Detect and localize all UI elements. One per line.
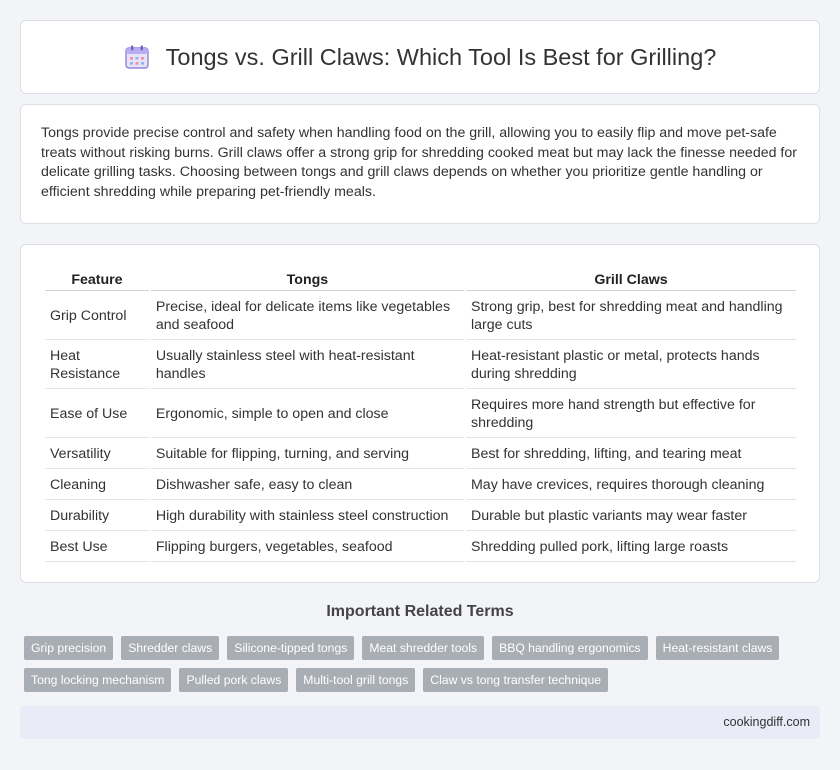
grill-claws-cell: Durable but plastic variants may wear fa… — [465, 502, 796, 531]
grill-claws-cell: May have crevices, requires thorough cle… — [465, 471, 796, 500]
grill-claws-cell: Shredding pulled pork, lifting large roa… — [465, 533, 796, 562]
intro-paragraph: Tongs provide precise control and safety… — [41, 125, 797, 200]
related-term-tag[interactable]: Tong locking mechanism — [24, 668, 172, 692]
related-term-tag[interactable]: Heat-resistant claws — [655, 636, 780, 660]
related-term-tag[interactable]: Silicone-tipped tongs — [227, 636, 355, 660]
table-row: Versatility Suitable for flipping, turni… — [45, 440, 796, 469]
grill-claws-cell: Requires more hand strength but effectiv… — [465, 391, 796, 438]
tongs-cell: Dishwasher safe, easy to clean — [150, 471, 464, 500]
related-terms-heading: Important Related Terms — [326, 603, 514, 620]
tongs-cell: Usually stainless steel with heat-resist… — [150, 342, 464, 389]
table-row: Grip Control Precise, ideal for delicate… — [45, 293, 796, 340]
comparison-table-card: Feature Tongs Grill Claws Grip Control P… — [20, 244, 820, 583]
tongs-cell: Suitable for flipping, turning, and serv… — [150, 440, 464, 469]
table-row: Cleaning Dishwasher safe, easy to clean … — [45, 471, 796, 500]
title-wrap: Tongs vs. Grill Claws: Which Tool Is Bes… — [124, 43, 717, 71]
related-term-tag[interactable]: Multi-tool grill tongs — [296, 668, 416, 692]
footer-site-link[interactable]: cookingdiff.com — [723, 715, 810, 729]
header-tongs: Tongs — [150, 269, 464, 291]
table-row: Heat Resistance Usually stainless steel … — [45, 342, 796, 389]
tongs-cell: Flipping burgers, vegetables, seafood — [150, 533, 464, 562]
related-term-tag[interactable]: Meat shredder tools — [362, 636, 485, 660]
related-term-tag[interactable]: Shredder claws — [121, 636, 220, 660]
feature-cell: Cleaning — [45, 471, 149, 500]
related-terms-list: Grip precision Shredder claws Silicone-t… — [24, 636, 814, 692]
page-title: Tongs vs. Grill Claws: Which Tool Is Bes… — [165, 43, 717, 70]
calendar-icon — [124, 45, 149, 69]
header-feature: Feature — [45, 269, 149, 291]
table-row: Durability High durability with stainles… — [45, 502, 796, 531]
tongs-cell: Ergonomic, simple to open and close — [150, 391, 464, 438]
related-term-tag[interactable]: Pulled pork claws — [179, 668, 289, 692]
comparison-table: Feature Tongs Grill Claws Grip Control P… — [43, 267, 798, 564]
feature-cell: Heat Resistance — [45, 342, 149, 389]
related-term-tag[interactable]: Claw vs tong transfer technique — [423, 668, 609, 692]
intro-card: Tongs provide precise control and safety… — [20, 104, 820, 224]
feature-cell: Best Use — [45, 533, 149, 562]
grill-claws-cell: Heat-resistant plastic or metal, protect… — [465, 342, 796, 389]
feature-cell: Ease of Use — [45, 391, 149, 438]
grill-claws-cell: Best for shredding, lifting, and tearing… — [465, 440, 796, 469]
grill-claws-cell: Strong grip, best for shredding meat and… — [465, 293, 796, 340]
table-row: Ease of Use Ergonomic, simple to open an… — [45, 391, 796, 438]
related-term-tag[interactable]: Grip precision — [24, 636, 114, 660]
related-term-tag[interactable]: BBQ handling ergonomics — [492, 636, 648, 660]
header-card: Tongs vs. Grill Claws: Which Tool Is Bes… — [20, 20, 820, 94]
tongs-cell: Precise, ideal for delicate items like v… — [150, 293, 464, 340]
feature-cell: Grip Control — [45, 293, 149, 340]
feature-cell: Versatility — [45, 440, 149, 469]
tongs-cell: High durability with stainless steel con… — [150, 502, 464, 531]
header-grill-claws: Grill Claws — [465, 269, 796, 291]
feature-cell: Durability — [45, 502, 149, 531]
table-header-row: Feature Tongs Grill Claws — [45, 269, 796, 291]
footer: cookingdiff.com — [20, 706, 820, 739]
table-row: Best Use Flipping burgers, vegetables, s… — [45, 533, 796, 562]
